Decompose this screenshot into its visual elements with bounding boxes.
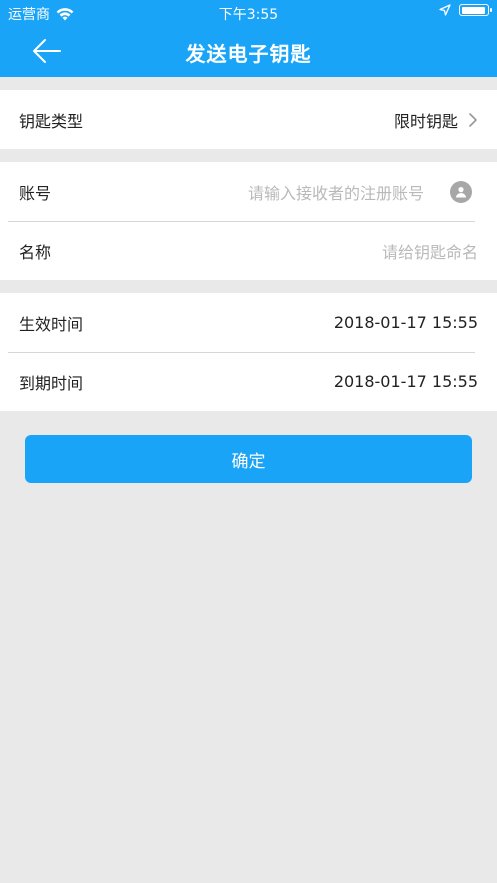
key-type-value: 限时钥匙 — [393, 111, 458, 131]
account-value-group: 请输入接收者的注册账号 — [248, 180, 478, 204]
key-type-label: 钥匙类型 — [19, 111, 84, 131]
confirm-button-wrapper: 确定 — [0, 411, 497, 483]
status-right — [439, 4, 492, 16]
location-arrow-icon — [439, 4, 451, 16]
battery-icon — [459, 4, 492, 16]
battery-fill — [461, 6, 486, 14]
app-header: 运营商 下午3:55 发送电子钥匙 — [0, 0, 497, 77]
status-time: 下午3:55 — [218, 7, 279, 23]
expire-time-label: 到期时间 — [19, 373, 84, 393]
effective-time-value: 2018-01-17 15:55 — [333, 313, 478, 332]
status-bar: 运营商 下午3:55 — [0, 0, 497, 26]
confirm-button[interactable]: 确定 — [25, 435, 472, 483]
effective-time-row[interactable]: 生效时间 2018-01-17 15:55 — [0, 293, 497, 352]
nav-bar: 发送电子钥匙 — [0, 26, 497, 77]
account-input[interactable]: 请输入接收者的注册账号 — [248, 180, 424, 204]
receiver-section: 账号 请输入接收者的注册账号 名称 请给钥匙命名 — [0, 162, 497, 280]
key-type-row[interactable]: 钥匙类型 限时钥匙 — [0, 90, 497, 149]
account-row: 账号 请输入接收者的注册账号 — [0, 162, 497, 221]
time-section: 生效时间 2018-01-17 15:55 到期时间 2018-01-17 15… — [0, 293, 497, 411]
contact-icon[interactable] — [450, 180, 472, 203]
name-row: 名称 请给钥匙命名 — [0, 221, 497, 280]
key-type-value-group: 限时钥匙 — [394, 108, 478, 132]
page-title: 发送电子钥匙 — [185, 42, 312, 66]
expire-time-value: 2018-01-17 15:55 — [333, 372, 478, 391]
key-type-section: 钥匙类型 限时钥匙 — [0, 90, 497, 149]
chevron-right-icon — [469, 112, 477, 127]
key-name-input[interactable]: 请给钥匙命名 — [382, 239, 478, 263]
expire-time-row[interactable]: 到期时间 2018-01-17 15:55 — [0, 352, 497, 411]
name-value-group: 请给钥匙命名 — [382, 239, 478, 263]
name-label: 名称 — [19, 242, 52, 262]
effective-time-label: 生效时间 — [19, 314, 84, 334]
account-label: 账号 — [19, 183, 52, 203]
